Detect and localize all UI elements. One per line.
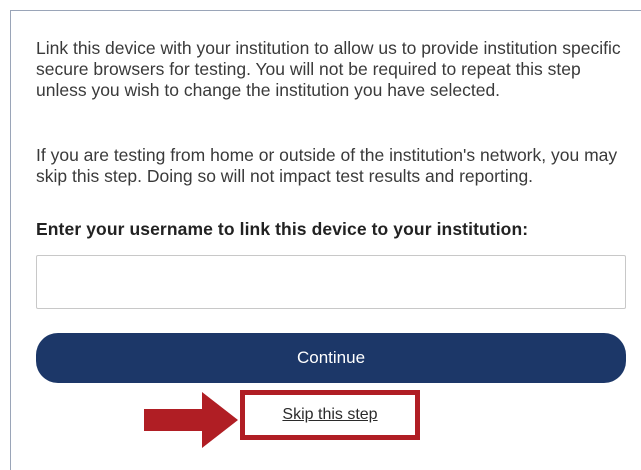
username-label: Enter your username to link this device …: [36, 219, 529, 239]
instructions-paragraph-1: Link this device with your institution t…: [36, 38, 621, 100]
instructions-paragraph-2: If you are testing from home or outside …: [36, 145, 618, 186]
right-arrow-icon: [144, 392, 238, 448]
username-input[interactable]: [36, 255, 626, 309]
skip-highlight-box: Skip this step: [240, 390, 420, 440]
skip-step-link[interactable]: Skip this step: [282, 406, 377, 424]
continue-button[interactable]: Continue: [36, 333, 626, 383]
